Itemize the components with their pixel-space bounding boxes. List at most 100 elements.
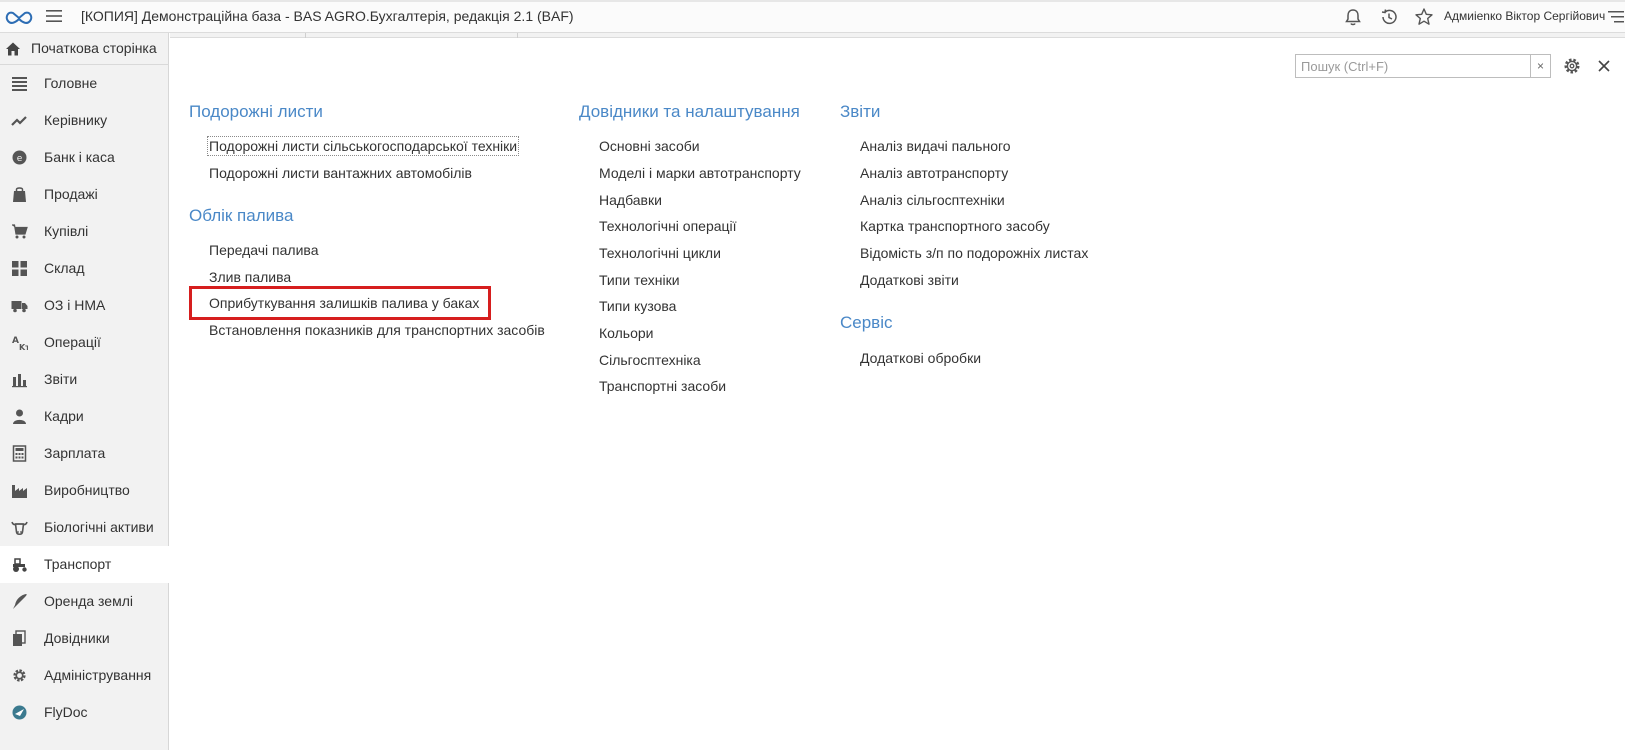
sidebar-item-label: Банк і каса <box>44 149 115 165</box>
sidebar-item-label: Продажі <box>44 186 98 202</box>
sidebar-item-operations[interactable]: A Kт Операції <box>0 324 169 361</box>
group-title-fuel-accounting: Облік палива <box>189 206 294 225</box>
link-vehicle-card[interactable]: Картка транспортного засобу <box>860 218 1050 234</box>
sidebar-item-home[interactable]: Початкова сторінка <box>0 33 169 65</box>
link-body-types[interactable]: Типи кузова <box>599 298 676 314</box>
sidebar-item-hr[interactable]: Кадри <box>0 398 169 435</box>
flydoc-icon <box>12 705 27 720</box>
sidebar-item-fixed-assets[interactable]: ОЗ і НМА <box>0 287 169 324</box>
sidebar-item-purchases[interactable]: Купівлі <box>0 213 169 250</box>
bag-icon <box>13 187 26 202</box>
link-agri-machinery-waybills[interactable]: Подорожні листи сільськогосподарської те… <box>206 136 520 156</box>
sections-sidebar: Початкова сторінка Головне Керівнику e Б… <box>0 33 169 750</box>
svg-text:e: e <box>17 154 23 164</box>
sidebar-item-label: Склад <box>44 260 85 276</box>
sidebar-item-label: Адміністрування <box>44 667 152 683</box>
sidebar-item-label: Початкова сторінка <box>31 40 157 56</box>
grid-icon <box>12 261 27 276</box>
settings-menu-icon[interactable] <box>1606 7 1625 27</box>
sidebar-item-label: Виробництво <box>44 482 130 498</box>
sidebar-item-label: Транспорт <box>44 556 112 572</box>
search-input[interactable] <box>1296 55 1530 77</box>
person-icon <box>13 409 26 424</box>
truck-icon <box>11 301 28 313</box>
group-title-service: Сервіс <box>840 313 893 332</box>
link-additional-processing[interactable]: Додаткові обробки <box>860 350 981 366</box>
sidebar-item-catalogs[interactable]: Довідники <box>0 620 169 657</box>
cow-icon <box>11 521 28 536</box>
group-title-catalogs-settings: Довідники та налаштування <box>579 102 800 121</box>
link-colors[interactable]: Кольори <box>599 325 654 341</box>
trend-icon <box>11 116 27 126</box>
sidebar-item-bank[interactable]: e Банк і каса <box>0 139 169 176</box>
settings-gear-icon[interactable] <box>1562 56 1582 76</box>
link-machinery-types[interactable]: Типи техніки <box>599 272 680 288</box>
link-vehicle-models[interactable]: Моделі і марки автотранспорту <box>599 165 801 181</box>
sidebar-item-label: Біологічні активи <box>44 519 154 535</box>
link-fuel-issue-analysis[interactable]: Аналіз видачі пального <box>860 138 1011 154</box>
main-menu-icon[interactable] <box>45 8 63 24</box>
sidebar-item-salary[interactable]: Зарплата <box>0 435 169 472</box>
top-border <box>0 0 1625 2</box>
sidebar-item-label: Керівнику <box>44 112 108 128</box>
link-waybill-salary-statement[interactable]: Відомість з/п по подорожніх листах <box>860 245 1088 261</box>
operations-icon: A Kт <box>12 336 28 351</box>
link-agri-machinery-analysis[interactable]: Аналіз сільгосптехніки <box>860 192 1005 208</box>
star-icon[interactable] <box>1414 7 1434 27</box>
sidebar-item-label: Зарплата <box>44 445 106 461</box>
sidebar-item-label: FlyDoc <box>44 704 88 720</box>
window-title: [КОПИЯ] Демонстраційна база - BAS AGRO.Б… <box>81 8 574 24</box>
sidebar-item-label: Кадри <box>44 408 84 424</box>
svg-text:A: A <box>12 336 19 346</box>
sidebar-item-manager[interactable]: Керівнику <box>0 102 169 139</box>
link-fixed-assets[interactable]: Основні засоби <box>599 138 700 154</box>
link-vehicle-indicators[interactable]: Встановлення показників для транспортних… <box>209 322 545 338</box>
close-icon[interactable] <box>1595 57 1613 75</box>
search-clear-button[interactable]: × <box>1531 54 1551 78</box>
tractor-icon <box>13 558 27 572</box>
link-agri-machinery[interactable]: Сільгосптехніка <box>599 352 701 368</box>
search-field[interactable] <box>1295 54 1531 78</box>
sidebar-item-production[interactable]: Виробництво <box>0 472 169 509</box>
sidebar-item-transport[interactable]: Транспорт <box>0 546 169 583</box>
top-bar: [КОПИЯ] Демонстраційна база - BAS AGRO.Б… <box>0 0 1625 33</box>
group-title-waybills: Подорожні листи <box>189 102 323 121</box>
sidebar-item-warehouse[interactable]: Склад <box>0 250 169 287</box>
factory-icon <box>12 485 27 498</box>
sidebar-item-label: Купівлі <box>44 223 89 239</box>
link-tech-operations[interactable]: Технологічні операції <box>599 218 737 234</box>
link-truck-waybills[interactable]: Подорожні листи вантажних автомобілів <box>209 165 472 181</box>
svg-text:Kт: Kт <box>19 343 28 351</box>
link-fuel-transfers[interactable]: Передачі палива <box>209 242 318 258</box>
sidebar-item-label: Головне <box>44 75 98 91</box>
link-tech-cycles[interactable]: Технологічні цикли <box>599 245 721 261</box>
sidebar-item-flydoc[interactable]: FlyDoc <box>0 694 169 731</box>
user-name[interactable]: Адмиienко Віктор Сергійович <box>1444 9 1605 23</box>
link-fuel-drain[interactable]: Злив палива <box>209 269 291 285</box>
sidebar-item-sales[interactable]: Продажі <box>0 176 169 213</box>
bell-icon[interactable] <box>1343 7 1363 27</box>
group-title-reports: Звіти <box>840 102 881 121</box>
app-logo-icon[interactable] <box>4 6 34 28</box>
sidebar-item-administration[interactable]: Адміністрування <box>0 657 169 694</box>
calculator-icon <box>12 445 27 462</box>
link-vehicles[interactable]: Транспортні засоби <box>599 378 726 394</box>
sidebar-item-reports[interactable]: Звіти <box>0 361 169 398</box>
sidebar-item-bio-assets[interactable]: Біологічні активи <box>0 509 169 546</box>
sidebar-item-label: ОЗ і НМА <box>44 297 106 313</box>
gear-icon <box>13 669 26 682</box>
sidebar-item-label: Довідники <box>44 630 110 646</box>
books-icon <box>13 630 26 646</box>
highlight-box <box>189 286 491 320</box>
cart-icon <box>12 224 28 239</box>
link-additional-reports[interactable]: Додаткові звіти <box>860 272 959 288</box>
link-vehicle-analysis[interactable]: Аналіз автотранспорту <box>860 165 1008 181</box>
history-icon[interactable] <box>1379 7 1399 27</box>
link-surcharges[interactable]: Надбавки <box>599 192 662 208</box>
sidebar-item-label: Оренда землі <box>44 593 133 609</box>
home-icon <box>6 42 20 56</box>
sidebar-item-label: Звіти <box>44 371 78 387</box>
feather-icon <box>13 594 27 609</box>
sidebar-item-land-rent[interactable]: Оренда землі <box>0 583 169 620</box>
sidebar-item-main[interactable]: Головне <box>0 65 169 102</box>
